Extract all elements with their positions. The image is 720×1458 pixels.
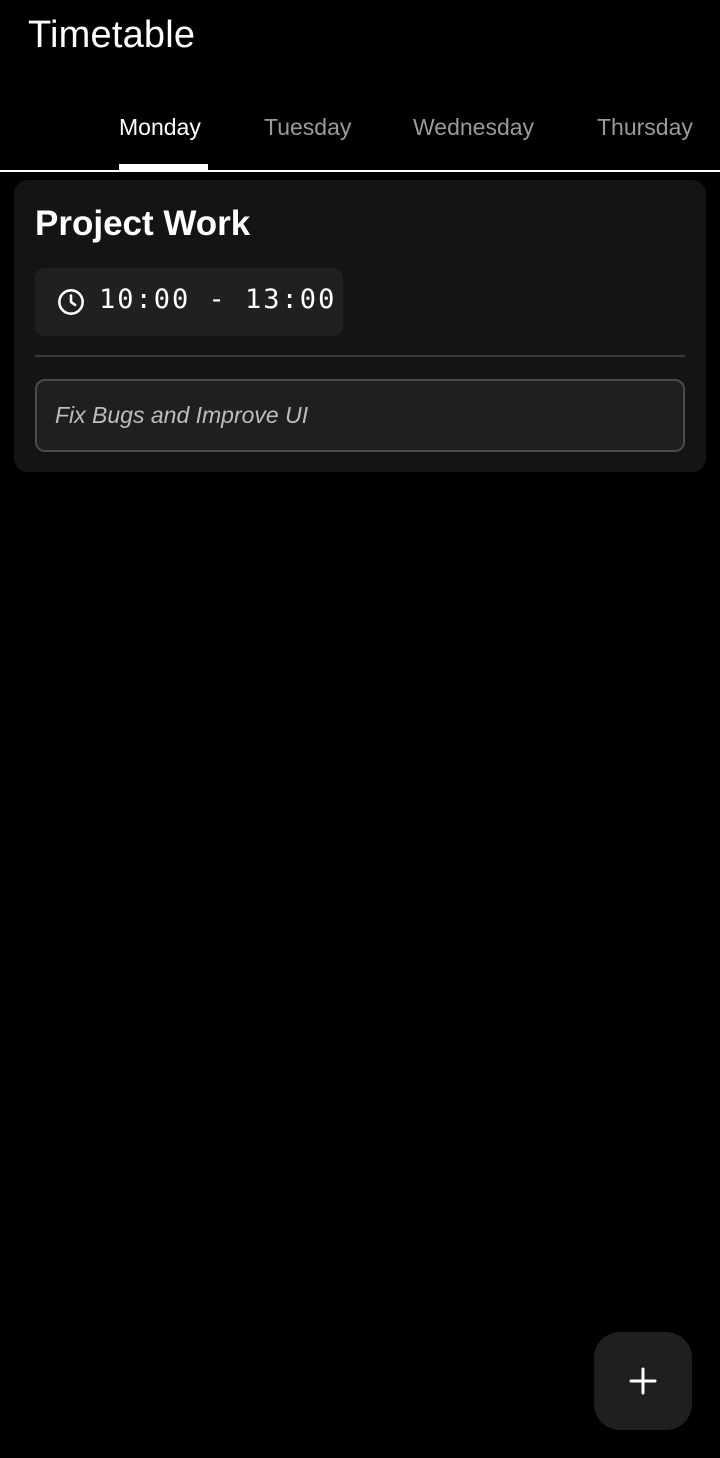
tab-tuesday[interactable]: Tuesday bbox=[264, 114, 351, 141]
tab-monday[interactable]: Monday bbox=[119, 114, 201, 141]
plus-icon bbox=[629, 1367, 657, 1395]
tab-thursday[interactable]: Thursday bbox=[597, 114, 693, 141]
timetable-entry-card[interactable]: Project Work 10:00 - 13:00 Fix Bugs and … bbox=[14, 180, 706, 472]
day-tabs: Monday Tuesday Wednesday Thursday bbox=[0, 96, 720, 172]
entry-note-field[interactable]: Fix Bugs and Improve UI bbox=[35, 379, 685, 452]
clock-icon bbox=[58, 289, 84, 315]
entry-note: Fix Bugs and Improve UI bbox=[55, 402, 309, 428]
add-entry-button[interactable] bbox=[594, 1332, 692, 1430]
entry-time: 10:00 - 13:00 bbox=[99, 284, 337, 315]
timetable-screen: Timetable Monday Tuesday Wednesday Thurs… bbox=[0, 0, 720, 1458]
card-divider bbox=[35, 355, 685, 357]
page-title: Timetable bbox=[28, 14, 196, 56]
entry-title: Project Work bbox=[35, 204, 251, 243]
time-chip[interactable]: 10:00 - 13:00 bbox=[35, 268, 343, 336]
app-bar: Timetable bbox=[0, 0, 720, 80]
active-tab-indicator bbox=[119, 164, 208, 170]
tab-wednesday[interactable]: Wednesday bbox=[413, 114, 534, 141]
